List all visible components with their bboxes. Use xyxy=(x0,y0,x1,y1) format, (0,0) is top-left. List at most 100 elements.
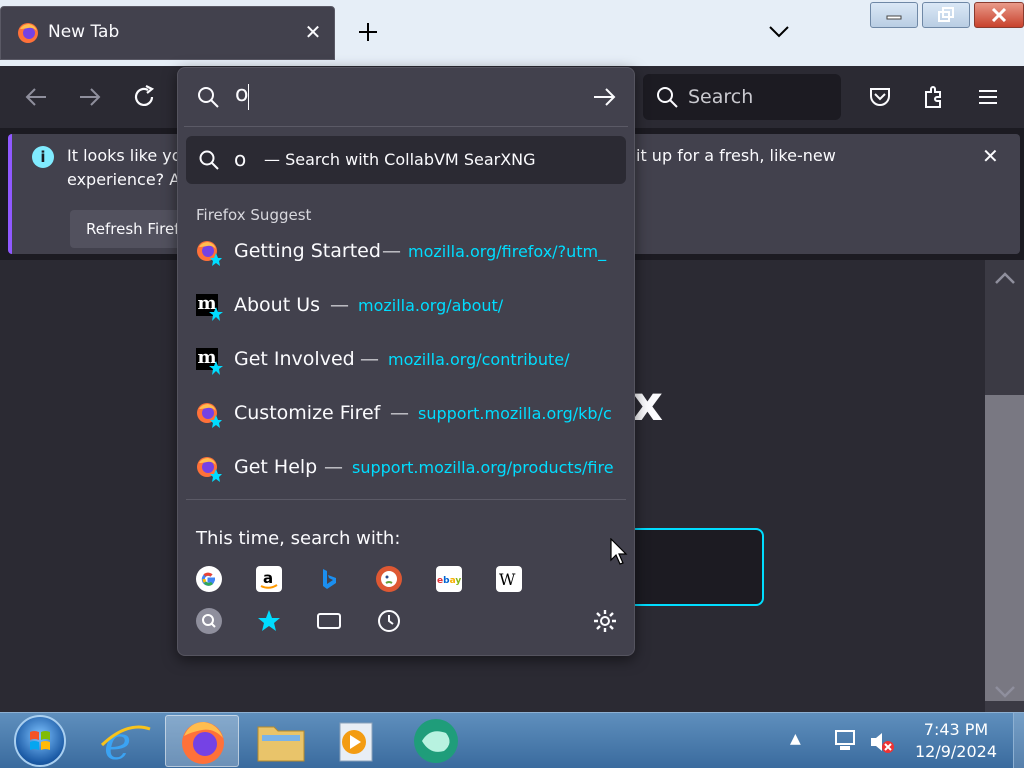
history-clock-icon[interactable] xyxy=(376,608,402,634)
tab-new-tab[interactable]: New Tab ✕ xyxy=(0,6,335,60)
suggestion-customize-firefox[interactable]: Customize Firef — support.mozilla.org/kb… xyxy=(186,390,626,440)
chevron-down-icon[interactable] xyxy=(766,22,792,42)
search-icon xyxy=(657,87,678,108)
suggestion-separator: — xyxy=(324,456,343,478)
notification-text-line2: experience? A xyxy=(67,170,181,189)
title-bar: New Tab ✕ xyxy=(0,0,1024,66)
clock-time: 7:43 PM xyxy=(923,720,989,739)
suggestion-separator: — xyxy=(382,240,401,262)
forward-arrow-icon[interactable] xyxy=(76,83,104,111)
windows-taskbar: e ▲ 7:43 PM 12/9/2024 xyxy=(0,712,1024,768)
suggestion-title: Get Help xyxy=(234,456,318,478)
start-button[interactable] xyxy=(14,715,66,767)
arrow-right-icon[interactable] xyxy=(592,85,618,109)
divider xyxy=(186,499,626,500)
scroll-down-icon[interactable] xyxy=(993,684,1017,700)
bookmarks-star-icon[interactable] xyxy=(256,608,282,634)
tab-title: New Tab xyxy=(48,22,120,42)
address-bar[interactable]: o xyxy=(178,68,634,127)
volume-muted-icon[interactable] xyxy=(868,729,896,755)
ebay-icon[interactable]: ebay xyxy=(436,566,462,592)
reload-icon[interactable] xyxy=(130,83,158,111)
network-icon[interactable] xyxy=(832,729,858,753)
address-bar-value: o xyxy=(235,82,249,107)
svg-text:ebay: ebay xyxy=(437,576,461,586)
search-with-label: This time, search with: xyxy=(196,528,401,549)
firefox-suggest-label: Firefox Suggest xyxy=(196,206,312,224)
svg-text:W: W xyxy=(499,570,516,589)
internet-explorer-icon: e xyxy=(100,716,151,768)
mozilla-m-icon: m xyxy=(196,294,223,321)
svg-text:a: a xyxy=(263,569,273,587)
mozilla-m-icon: m xyxy=(196,348,223,375)
search-icon xyxy=(199,150,219,170)
taskbar-internet-explorer[interactable]: e xyxy=(90,715,164,768)
amazon-icon[interactable]: a xyxy=(256,566,282,592)
close-tab-icon[interactable]: ✕ xyxy=(301,20,325,44)
searxng-icon[interactable] xyxy=(196,608,222,634)
toolbar-search-box[interactable]: Search xyxy=(643,74,841,120)
suggestion-getting-started[interactable]: Getting Started mozilla.org/firefox/?utm… xyxy=(186,228,626,278)
mouse-cursor-icon xyxy=(610,538,628,565)
minimize-button[interactable] xyxy=(870,2,918,28)
suggestion-title: Getting Started xyxy=(234,240,381,262)
search-engine-hint: — Search with CollabVM SearXNG xyxy=(264,150,536,169)
green-app-icon xyxy=(414,719,458,763)
system-clock[interactable]: 7:43 PM 12/9/2024 xyxy=(906,719,1006,763)
menu-hamburger-icon[interactable] xyxy=(974,83,1002,111)
clock-date: 12/9/2024 xyxy=(914,742,998,761)
minimize-icon xyxy=(886,15,902,20)
vertical-scrollbar[interactable] xyxy=(985,260,1024,712)
show-hidden-icons[interactable]: ▲ xyxy=(790,731,801,747)
suggestion-get-help[interactable]: Get Help — support.mozilla.org/products/… xyxy=(186,444,626,494)
tabs-icon[interactable] xyxy=(316,608,342,634)
firefox-wordmark-fragment: x xyxy=(632,376,663,432)
suggestion-url: support.mozilla.org/kb/c xyxy=(418,404,612,423)
taskbar-file-explorer[interactable] xyxy=(244,715,318,767)
firefox-icon xyxy=(197,241,222,266)
divider xyxy=(184,126,628,127)
taskbar-media-player[interactable] xyxy=(320,715,394,767)
bing-icon[interactable] xyxy=(316,566,342,592)
search-icon xyxy=(198,87,219,108)
scroll-up-icon[interactable] xyxy=(993,270,1017,286)
suggestion-url: mozilla.org/contribute/ xyxy=(388,350,570,369)
notification-text-start: It looks like yo xyxy=(67,146,182,165)
suggestion-title: Customize Firef xyxy=(234,402,381,424)
back-arrow-icon[interactable] xyxy=(22,83,50,111)
suggestion-separator: — xyxy=(390,402,409,424)
close-icon xyxy=(991,8,1007,22)
suggestion-title: About Us xyxy=(234,294,321,316)
restore-button[interactable] xyxy=(922,2,970,28)
search-suggestion-row[interactable]: o — Search with CollabVM SearXNG xyxy=(186,136,626,184)
window-controls xyxy=(870,2,1024,30)
taskbar-app-green[interactable] xyxy=(400,715,474,767)
close-window-button[interactable] xyxy=(974,2,1024,28)
gear-icon[interactable] xyxy=(592,608,618,634)
firefox-icon xyxy=(197,457,222,482)
taskbar-firefox[interactable] xyxy=(165,715,239,767)
extensions-icon[interactable] xyxy=(920,83,948,111)
suggestion-url: support.mozilla.org/products/fire xyxy=(352,458,614,477)
suggestion-get-involved[interactable]: m Get Involved — mozilla.org/contribute/ xyxy=(186,336,626,386)
suggestion-url: mozilla.org/firefox/?utm_ xyxy=(408,242,607,261)
folder-icon xyxy=(257,726,305,762)
show-desktop-button[interactable] xyxy=(1013,713,1024,768)
wikipedia-icon[interactable]: W xyxy=(496,566,522,592)
close-notification-icon[interactable]: ✕ xyxy=(982,144,999,168)
info-icon: i xyxy=(32,146,54,168)
plus-icon[interactable] xyxy=(355,19,381,45)
search-query: o xyxy=(234,147,247,171)
pocket-icon[interactable] xyxy=(866,83,894,111)
windows-logo-icon xyxy=(30,731,50,750)
suggestion-separator: — xyxy=(330,294,349,316)
google-icon[interactable] xyxy=(196,566,222,592)
scrollbar-thumb[interactable] xyxy=(985,395,1024,701)
duckduckgo-icon[interactable] xyxy=(376,566,402,592)
suggestion-about-us[interactable]: m About Us — mozilla.org/about/ xyxy=(186,282,626,332)
text-caret xyxy=(248,84,249,110)
urlbar-dropdown: o o — Search with CollabVM SearXNG Firef… xyxy=(177,67,635,656)
suggestion-title: Get Involved xyxy=(234,348,355,370)
notification-text-end: it up for a fresh, like-new xyxy=(636,146,836,165)
firefox-icon xyxy=(197,403,222,428)
